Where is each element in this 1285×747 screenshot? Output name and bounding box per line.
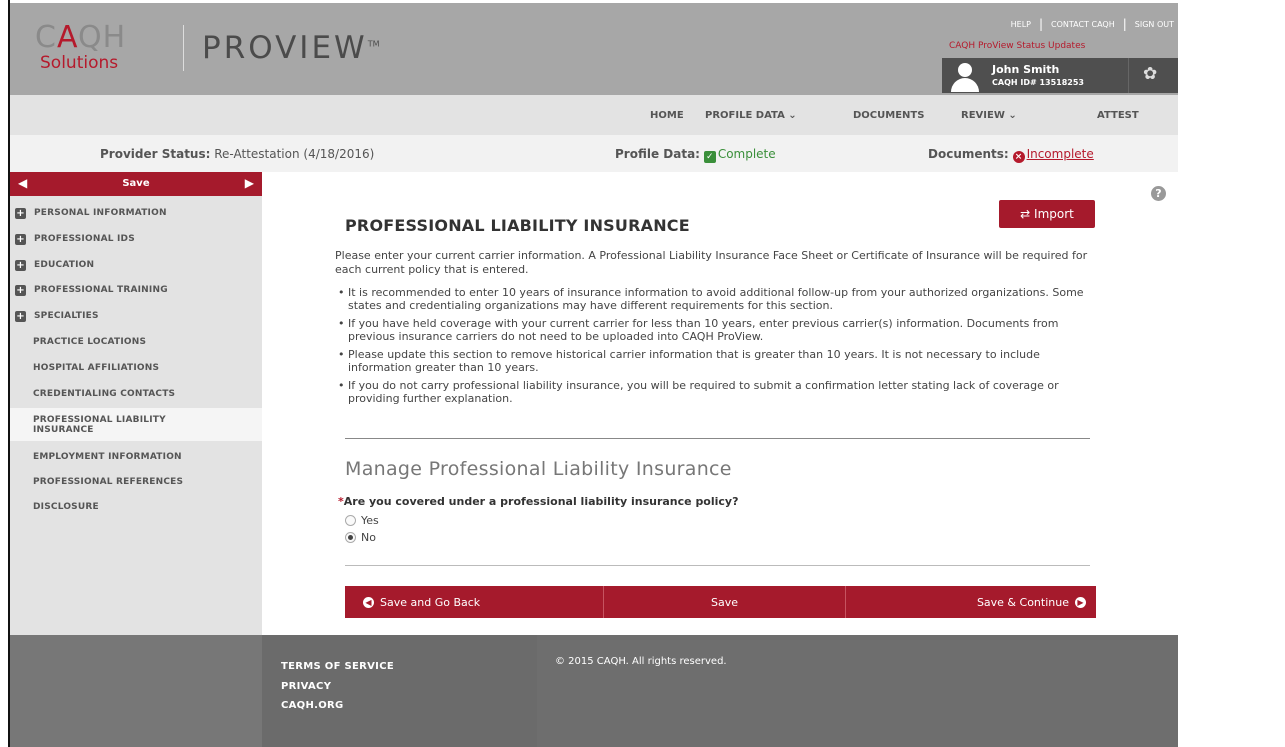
expand-plus-icon[interactable]: +	[15, 234, 26, 245]
sidebar: ◀ Save ▶ + PERSONAL INFORMATION + PROFESSI…	[10, 172, 262, 635]
terms-of-service-link[interactable]: TERMS OF SERVICE	[281, 661, 394, 672]
arrow-left-circle-icon: ◀	[363, 596, 374, 608]
footer-left-panel	[10, 635, 262, 747]
arrow-right-icon[interactable]: ▶	[245, 176, 254, 190]
status-bar: Provider Status: Re-Attestation (4/18/20…	[10, 135, 1178, 172]
instruction-item: If you have held coverage with your curr…	[335, 317, 1095, 343]
sidebar-save-button[interactable]: Save	[10, 178, 262, 189]
radio-option-yes[interactable]: Yes	[345, 514, 379, 527]
sign-out-link[interactable]: SIGN OUT	[1135, 20, 1174, 29]
help-question-icon[interactable]: ?	[1151, 186, 1166, 201]
sidebar-item-education[interactable]: + EDUCATION	[10, 260, 262, 271]
sidebar-item-professional-references[interactable]: PROFESSIONAL REFERENCES	[10, 477, 262, 487]
nav-review[interactable]: REVIEW ⌄	[961, 110, 1017, 121]
status-updates-link[interactable]: CAQH ProView Status Updates	[949, 41, 1085, 51]
sidebar-item-disclosure[interactable]: DISCLOSURE	[10, 502, 262, 512]
site-footer: TERMS OF SERVICE PRIVACY CAQH.ORG © 2015…	[10, 635, 1178, 747]
site-header: CAQH Solutions PROVIEWTM HELP | CONTACT …	[10, 3, 1178, 95]
save-and-continue-button[interactable]: Save & Continue ▶	[846, 586, 1096, 618]
nav-attest[interactable]: ATTEST	[1097, 110, 1139, 121]
coverage-question: *Are you covered under a professional li…	[338, 495, 739, 508]
expand-plus-icon[interactable]: +	[15, 208, 26, 219]
caqh-org-link[interactable]: CAQH.ORG	[281, 700, 344, 711]
instruction-item: It is recommended to enter 10 years of i…	[335, 286, 1095, 312]
expand-plus-icon[interactable]: +	[15, 311, 26, 322]
intro-text: Please enter your current carrier inform…	[335, 249, 1088, 276]
user-box-divider	[1128, 58, 1129, 93]
gear-icon[interactable]: ✿	[1143, 64, 1157, 84]
save-and-go-back-button[interactable]: ◀ Save and Go Back	[345, 586, 605, 618]
sidebar-save-bar[interactable]: ◀ Save ▶	[10, 172, 262, 196]
sidebar-item-credentialing-contacts[interactable]: CREDENTIALING CONTACTS	[10, 389, 262, 399]
documents-status: Documents: × Incomplete	[928, 147, 1094, 163]
nav-documents[interactable]: DOCUMENTS	[853, 110, 924, 121]
main-nav: HOME PROFILE DATA ⌄ DOCUMENTS REVIEW ⌄ A…	[10, 95, 1178, 135]
action-bar: ◀ Save and Go Back Save Save & Continue …	[345, 586, 1096, 618]
swap-arrows-icon: ⇄	[1020, 207, 1031, 221]
sidebar-item-specialties[interactable]: + SPECIALTIES	[10, 311, 262, 322]
privacy-link[interactable]: PRIVACY	[281, 681, 331, 692]
sidebar-item-label: PROFESSIONAL LIABILITY INSURANCE	[33, 415, 166, 435]
profile-data-value: Complete	[717, 147, 776, 161]
profile-data-status: Profile Data: ✓ Complete	[615, 147, 776, 163]
radio-yes-label: Yes	[361, 514, 379, 527]
help-link[interactable]: HELP	[1011, 20, 1031, 29]
provider-status-label: Provider Status:	[100, 147, 211, 161]
provider-status-value: Re-Attestation (4/18/2016)	[214, 147, 375, 161]
error-x-icon: ×	[1012, 151, 1025, 163]
copyright: © 2015 CAQH. All rights reserved.	[555, 656, 727, 667]
logo-wordmark: CAQH	[35, 20, 127, 55]
sidebar-item-employment-information[interactable]: EMPLOYMENT INFORMATION	[10, 452, 262, 462]
radio-option-no[interactable]: No	[345, 531, 376, 544]
save-button[interactable]: Save	[604, 586, 846, 618]
documents-label: Documents:	[928, 147, 1009, 161]
sidebar-item-professional-liability-insurance[interactable]: PROFESSIONAL LIABILITY INSURANCE	[10, 408, 262, 441]
radio-no-label: No	[361, 531, 376, 544]
provider-status: Provider Status: Re-Attestation (4/18/20…	[100, 147, 374, 161]
expand-plus-icon[interactable]: +	[15, 260, 26, 271]
sidebar-item-professional-ids[interactable]: + PROFESSIONAL IDS	[10, 234, 262, 245]
arrow-right-circle-icon: ▶	[1074, 596, 1086, 608]
user-name: John Smith	[992, 63, 1060, 76]
avatar-icon	[950, 63, 980, 92]
sidebar-item-hospital-affiliations[interactable]: HOSPITAL AFFILIATIONS	[10, 363, 262, 373]
nav-profile-data[interactable]: PROFILE DATA ⌄	[705, 110, 797, 121]
documents-incomplete-link[interactable]: Incomplete	[1027, 147, 1094, 161]
user-box[interactable]: John Smith CAQH ID# 13518253 ✿	[942, 58, 1178, 93]
expand-plus-icon[interactable]: +	[15, 285, 26, 296]
sidebar-item-personal-information[interactable]: + PERSONAL INFORMATION	[10, 208, 262, 219]
instruction-item: Please update this section to remove his…	[335, 348, 1095, 374]
utility-links: HELP | CONTACT CAQH | SIGN OUT	[1011, 17, 1174, 31]
sidebar-item-professional-training[interactable]: + PROFESSIONAL TRAINING	[10, 285, 262, 296]
page-title: PROFESSIONAL LIABILITY INSURANCE	[345, 216, 690, 235]
radio-no[interactable]	[345, 532, 356, 543]
link-separator: |	[1122, 17, 1127, 31]
logo-divider	[183, 25, 184, 71]
instruction-item: If you do not carry professional liabili…	[335, 379, 1095, 405]
import-button[interactable]: ⇄ Import	[999, 200, 1095, 228]
section-divider	[345, 438, 1090, 439]
logo-solutions: Solutions	[40, 53, 119, 73]
nav-home[interactable]: HOME	[650, 110, 684, 121]
section-divider-bottom	[345, 565, 1090, 566]
user-caqh-id: CAQH ID# 13518253	[992, 78, 1084, 87]
link-separator: |	[1038, 17, 1044, 31]
profile-data-label: Profile Data:	[615, 147, 700, 161]
radio-yes[interactable]	[345, 515, 356, 526]
section-title: Manage Professional Liability Insurance	[345, 458, 732, 480]
product-name: PROVIEWTM	[202, 30, 380, 66]
sidebar-item-practice-locations[interactable]: PRACTICE LOCATIONS	[10, 337, 262, 347]
instruction-list: It is recommended to enter 10 years of i…	[335, 286, 1095, 410]
contact-caqh-link[interactable]: CONTACT CAQH	[1051, 20, 1115, 29]
check-icon: ✓	[703, 151, 716, 163]
caqh-logo[interactable]: CAQH Solutions	[35, 23, 175, 75]
